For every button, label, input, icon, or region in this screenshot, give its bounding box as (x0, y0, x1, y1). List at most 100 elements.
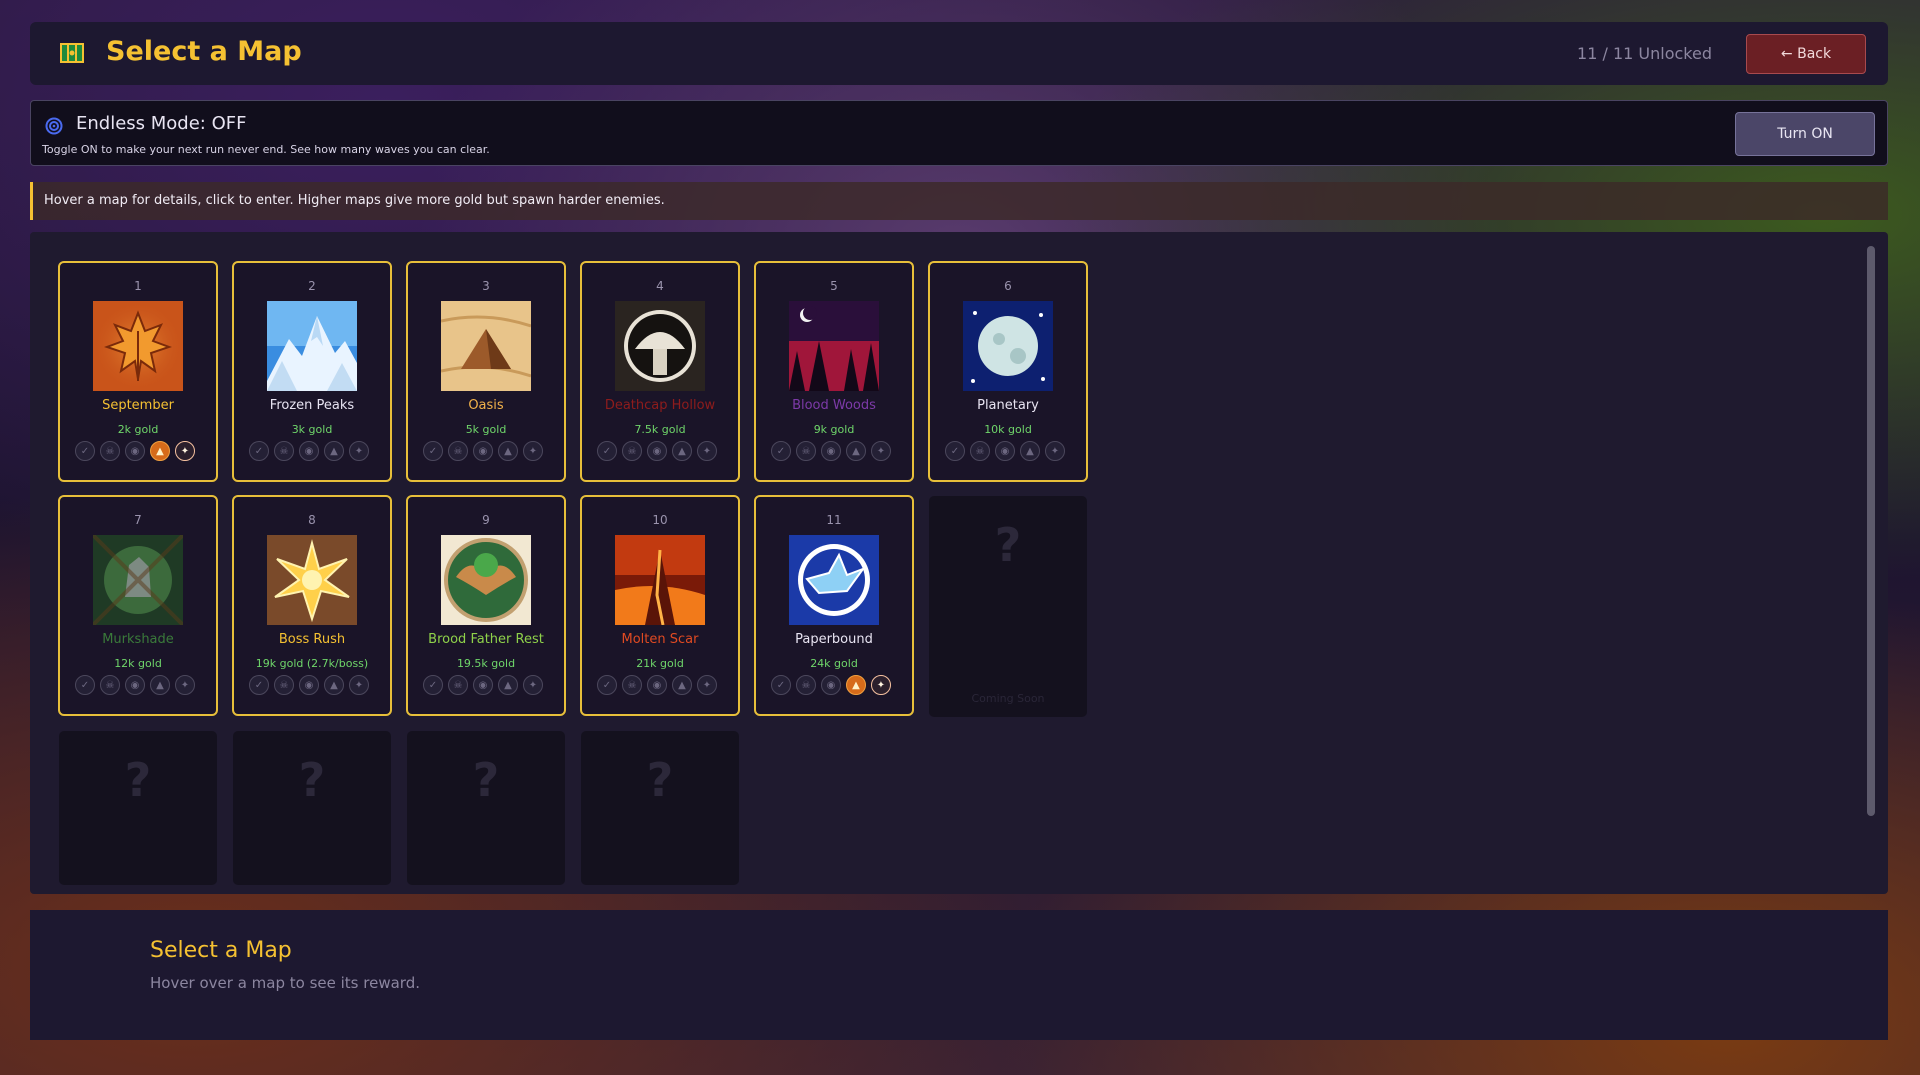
map-gold-reward: 19k gold (2.7k/boss) (255, 657, 369, 670)
difficulty-badges: ✓ ☠ ◉ ▲ ✦ (75, 675, 195, 695)
fire-icon: ▲ (672, 675, 692, 695)
locked-map-slot: ? (233, 731, 391, 885)
check-icon: ✓ (75, 441, 95, 461)
map-number: 11 (826, 513, 842, 527)
map-icon (60, 43, 84, 63)
back-button[interactable]: ← Back (1746, 34, 1866, 74)
map-card-2[interactable]: 2 Frozen Peaks 3k gold ✓ ☠ ◉ ▲ ✦ (232, 261, 392, 482)
eye-icon: ◉ (125, 441, 145, 461)
eye-icon: ◉ (299, 441, 319, 461)
map-gold-reward: 19.5k gold (456, 657, 516, 670)
star-icon: ✦ (523, 675, 543, 695)
map-card-8[interactable]: 8 Boss Rush 19k gold (2.7k/boss) ✓ ☠ ◉ ▲ ✦ (232, 495, 392, 716)
check-icon: ✓ (597, 675, 617, 695)
map-number: 2 (308, 279, 316, 293)
star-icon: ✦ (697, 441, 717, 461)
map-thumbnail (93, 301, 183, 391)
map-card-10[interactable]: 10 Molten Scar 21k gold ✓ ☠ ◉ ▲ ✦ (580, 495, 740, 716)
skull-icon: ☠ (274, 675, 294, 695)
map-name: Brood Father Rest (428, 632, 544, 647)
map-thumbnail (789, 301, 879, 391)
eye-icon: ◉ (473, 675, 493, 695)
endless-mode-panel: Endless Mode: OFF Toggle ON to make your… (30, 100, 1888, 166)
check-icon: ✓ (249, 441, 269, 461)
eye-icon: ◉ (821, 441, 841, 461)
map-thumbnail (267, 535, 357, 625)
map-card-9[interactable]: 9 Brood Father Rest 19.5k gold ✓ ☠ ◉ ▲ ✦ (406, 495, 566, 716)
map-number: 3 (482, 279, 490, 293)
map-gold-reward: 12k gold (114, 657, 162, 670)
star-icon: ✦ (349, 441, 369, 461)
skull-icon: ☠ (274, 441, 294, 461)
map-gold-reward: 10k gold (984, 423, 1032, 436)
map-name: Paperbound (795, 632, 873, 647)
difficulty-badges: ✓ ☠ ◉ ▲ ✦ (75, 441, 195, 461)
map-thumbnail (963, 301, 1053, 391)
map-card-3[interactable]: 3 Oasis 5k gold ✓ ☠ ◉ ▲ ✦ (406, 261, 566, 482)
map-gold-reward: 24k gold (810, 657, 858, 670)
map-thumbnail (789, 535, 879, 625)
locked-question-mark: ? (646, 753, 674, 807)
map-name: Molten Scar (621, 632, 699, 647)
endless-toggle-button[interactable]: Turn ON (1735, 112, 1875, 156)
check-icon: ✓ (423, 675, 443, 695)
top-bar: Select a Map 11 / 11 Unlocked ← Back (30, 22, 1888, 85)
skull-icon: ☠ (622, 675, 642, 695)
check-icon: ✓ (945, 441, 965, 461)
map-gold-reward: 5k gold (465, 423, 507, 436)
fire-icon: ▲ (846, 441, 866, 461)
fire-icon: ▲ (498, 441, 518, 461)
star-icon: ✦ (523, 441, 543, 461)
eye-icon: ◉ (299, 675, 319, 695)
fire-icon: ▲ (150, 675, 170, 695)
skull-icon: ☠ (622, 441, 642, 461)
locked-map-slot: ? Coming Soon (929, 496, 1087, 717)
map-thumbnail (93, 535, 183, 625)
map-name: Oasis (468, 398, 504, 413)
map-card-11[interactable]: 11 Paperbound 24k gold ✓ ☠ ◉ ▲ ✦ (754, 495, 914, 716)
skull-icon: ☠ (448, 441, 468, 461)
endless-spiral-icon (45, 117, 63, 135)
fire-icon: ▲ (498, 675, 518, 695)
hint-banner: Hover a map for details, click to enter.… (30, 182, 1888, 220)
map-card-4[interactable]: 4 Deathcap Hollow 7.5k gold ✓ ☠ ◉ ▲ ✦ (580, 261, 740, 482)
map-name: Murkshade (102, 632, 174, 647)
eye-icon: ◉ (473, 441, 493, 461)
difficulty-badges: ✓ ☠ ◉ ▲ ✦ (423, 441, 543, 461)
map-thumbnail (615, 301, 705, 391)
map-grid: 1 September 2k gold ✓ ☠ ◉ ▲ ✦ 2 Frozen Peaks 3k go… (30, 232, 1888, 894)
difficulty-badges: ✓ ☠ ◉ ▲ ✦ (249, 675, 369, 695)
skull-icon: ☠ (970, 441, 990, 461)
locked-map-slot: ? (59, 731, 217, 885)
locked-map-slot: ? (407, 731, 565, 885)
map-card-5[interactable]: 5 Blood Woods 9k gold ✓ ☠ ◉ ▲ ✦ (754, 261, 914, 482)
map-gold-reward: 21k gold (636, 657, 684, 670)
check-icon: ✓ (75, 675, 95, 695)
map-card-6[interactable]: 6 Planetary 10k gold ✓ ☠ ◉ ▲ ✦ (928, 261, 1088, 482)
map-grid-scrollbar[interactable] (1867, 246, 1875, 816)
locked-question-mark: ? (124, 753, 152, 807)
difficulty-badges: ✓ ☠ ◉ ▲ ✦ (249, 441, 369, 461)
coming-soon-label: Coming Soon (971, 692, 1045, 705)
star-icon: ✦ (871, 441, 891, 461)
map-gold-reward: 3k gold (291, 423, 333, 436)
fire-icon: ▲ (324, 675, 344, 695)
locked-question-mark: ? (472, 753, 500, 807)
page-title: Select a Map (106, 36, 302, 67)
reward-panel: Select a Map Hover over a map to see its… (30, 910, 1888, 1040)
map-number: 5 (830, 279, 838, 293)
map-name: Deathcap Hollow (604, 398, 716, 413)
locked-map-slot: ? (581, 731, 739, 885)
fire-icon: ▲ (846, 675, 866, 695)
locked-question-mark: ? (298, 753, 326, 807)
check-icon: ✓ (771, 441, 791, 461)
endless-mode-title: Endless Mode: OFF (76, 113, 247, 134)
map-name: Planetary (977, 398, 1039, 413)
map-card-1[interactable]: 1 September 2k gold ✓ ☠ ◉ ▲ ✦ (58, 261, 218, 482)
map-number: 1 (134, 279, 142, 293)
unlocked-count: 11 / 11 Unlocked (1577, 44, 1712, 63)
eye-icon: ◉ (995, 441, 1015, 461)
fire-icon: ▲ (150, 441, 170, 461)
map-card-7[interactable]: 7 Murkshade 12k gold ✓ ☠ ◉ ▲ ✦ (58, 495, 218, 716)
difficulty-badges: ✓ ☠ ◉ ▲ ✦ (423, 675, 543, 695)
